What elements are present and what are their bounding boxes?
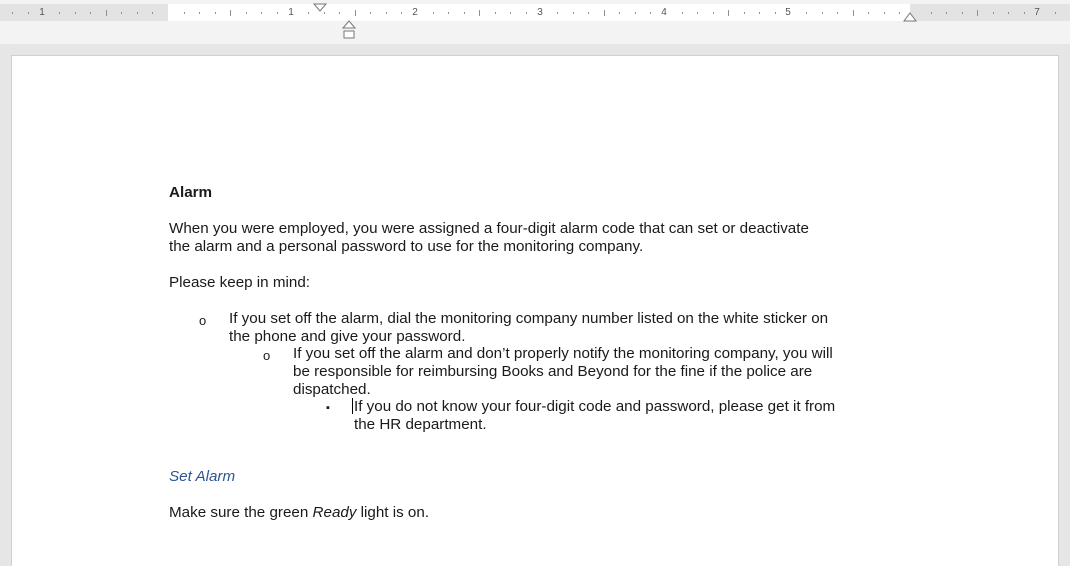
ruler-tick [12,12,13,14]
ruler-tick [199,12,200,14]
document-page[interactable]: Alarm When you were employed, you were a… [12,56,1058,566]
ruler-tick [946,12,947,14]
ruler-tick [806,12,807,14]
step-text: Make sure the green [169,504,313,521]
square-bullet-icon: ▪ [326,402,330,414]
ruler-number: 1 [288,7,294,18]
ruler-tick [962,12,963,14]
ruler-tick [261,12,262,14]
ruler-number: 2 [412,7,418,18]
paragraph-step: Make sure the green Ready light is on. [169,504,429,522]
ruler-tick [526,12,527,14]
ruler-tick [277,12,278,14]
ruler-tick [557,12,558,14]
right-indent-marker[interactable] [903,12,917,23]
ruler-number: 7 [1034,7,1040,18]
ruler-tick [121,12,122,14]
ruler-tick [1055,12,1056,14]
ruler-tick [588,12,589,14]
step-text: light is on. [356,504,430,521]
list-item-line: If you set off the alarm, dial the monit… [229,310,829,327]
ruler-tick [433,12,434,14]
ruler-tick [137,12,138,14]
ruler-tick [993,12,994,14]
ruler-tick [59,12,60,14]
paragraph-line: When you were employed, you were assigne… [169,220,809,237]
ruler-tick [1024,12,1025,14]
list-item-text: If you do not know your four-digit code … [354,398,836,415]
ruler-tick [899,12,900,14]
ruler-tick [370,12,371,14]
ruler-tick [837,12,838,14]
ruler-tick [728,10,729,16]
ruler-tick [682,12,683,14]
ruler-tick [604,10,605,16]
list-item-line: the HR department. [354,416,487,433]
ruler-left-margin [0,4,168,21]
step-text-italic: Ready [312,504,357,521]
ruler-tick [495,12,496,14]
ruler-tick [853,10,854,16]
heading-set-alarm: Set Alarm [169,468,236,485]
hollow-bullet-icon: o [263,348,271,363]
hanging-indent-marker[interactable] [342,20,356,40]
ruler-tick [215,12,216,14]
ruler-tick [510,12,511,14]
heading-alarm: Alarm [169,184,213,201]
ruler-tick [744,12,745,14]
ruler-tick [650,12,651,14]
ruler-tick [75,12,76,14]
paragraph-keep-in-mind: Please keep in mind: [169,274,310,291]
text-cursor [352,398,353,414]
ruler-tick [152,12,153,14]
ruler-tick [931,12,932,14]
ruler-number: 1 [39,7,45,18]
ruler-tick [401,12,402,14]
list-item-line: If you set off the alarm and don’t prope… [293,345,833,362]
ruler-tick [479,10,480,16]
ruler-tick [386,12,387,14]
ruler-tick [977,10,978,16]
ruler-tick [230,10,231,16]
ruler-tick [339,12,340,14]
list-item-line-with-cursor: If you do not know your four-digit code … [352,398,835,416]
ruler-tick [713,12,714,14]
list-item-line: dispatched. [293,381,371,398]
ruler-tick [884,12,885,14]
ruler-number: 5 [785,7,791,18]
ruler-tick [355,10,356,16]
ruler-tick [90,12,91,14]
ruler-tick [822,12,823,14]
ruler-number: 4 [661,7,667,18]
ruler-tick [464,12,465,14]
ruler-tick [246,12,247,14]
ruler-tick [697,12,698,14]
list-item-line: be responsible for reimbursing Books and… [293,363,813,380]
paragraph-line: the alarm and a personal password to use… [169,238,644,255]
ruler-tick [619,12,620,14]
ruler-tick [448,12,449,14]
ruler-tick [106,10,107,16]
horizontal-ruler[interactable]: 1 1 2 3 4 5 7 [0,0,1070,45]
ruler-tick [635,12,636,14]
hollow-bullet-icon: o [199,313,207,328]
document-canvas: Alarm When you were employed, you were a… [0,44,1070,566]
ruler-tick [184,12,185,14]
ruler-tick [868,12,869,14]
ruler-number: 3 [537,7,543,18]
first-line-indent-marker[interactable] [313,3,327,13]
ruler-tick [759,12,760,14]
ruler-right-margin [910,4,1070,21]
ruler-tick [775,12,776,14]
ruler-tick [28,12,29,14]
list-item-line: the phone and give your password. [229,328,466,345]
ruler-tick [1008,12,1009,14]
ruler-tick [308,12,309,14]
ruler-tick [573,12,574,14]
